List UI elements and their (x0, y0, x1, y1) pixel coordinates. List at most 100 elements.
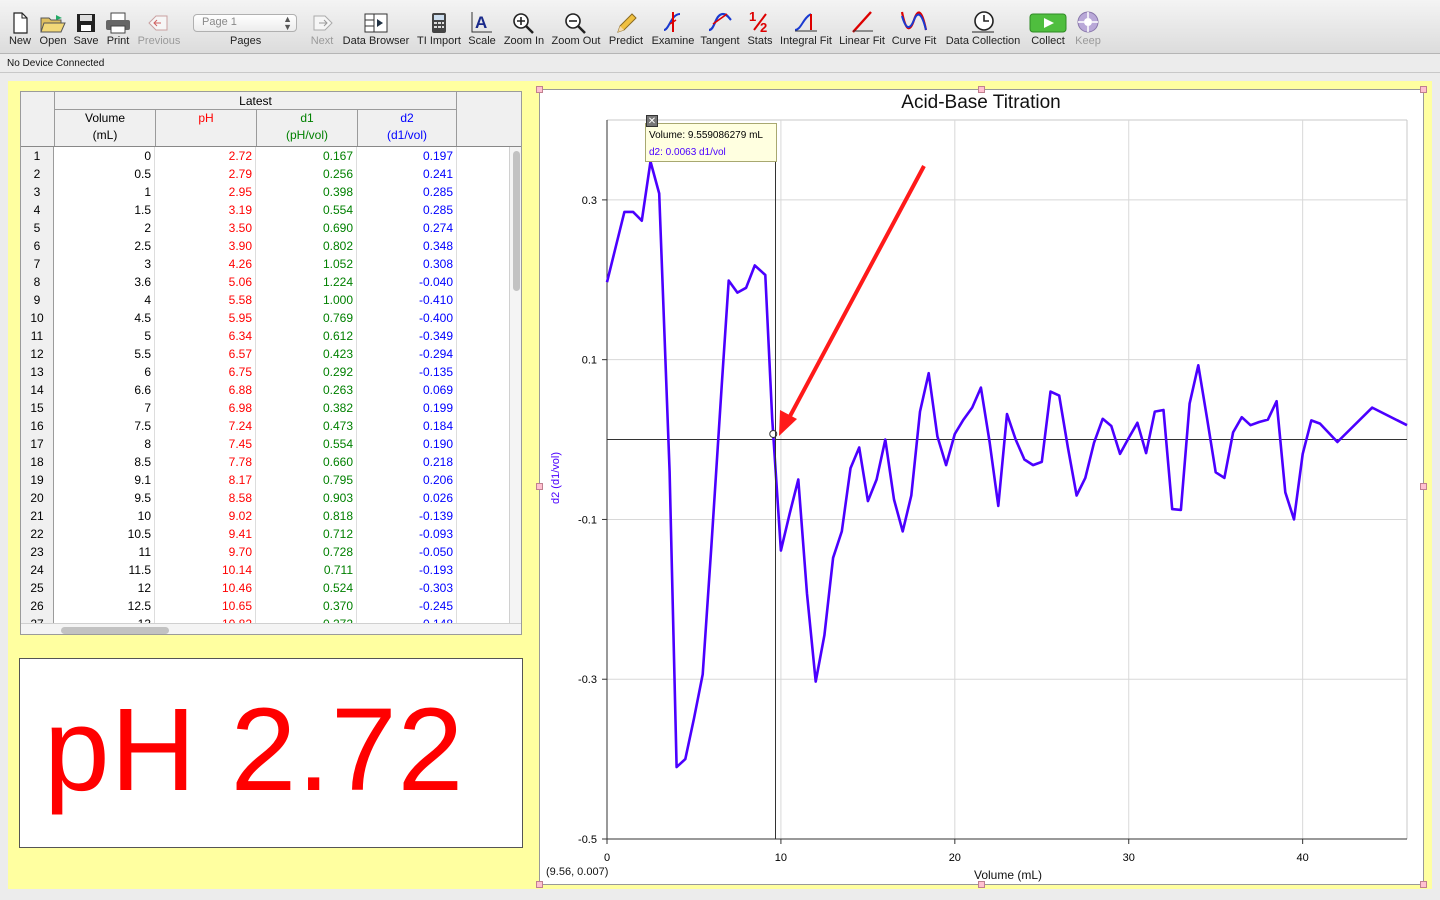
table-cell[interactable]: 0.712 (256, 525, 357, 543)
table-cell[interactable]: 3.19 (155, 201, 256, 219)
dataset-name[interactable]: Latest (54, 92, 457, 110)
table-cell[interactable]: 5.5 (54, 345, 155, 363)
table-cell[interactable]: 0.795 (256, 471, 357, 489)
table-cell[interactable]: 0.197 (357, 147, 457, 165)
table-cell[interactable]: 5 (54, 327, 155, 345)
table-cell[interactable]: 3.6 (54, 273, 155, 291)
table-cell[interactable]: 0.026 (357, 489, 457, 507)
table-cell[interactable]: 0.769 (256, 309, 357, 327)
table-cell[interactable]: 2 (54, 219, 155, 237)
table-cell[interactable]: 7.5 (54, 417, 155, 435)
table-cell[interactable]: 0.199 (357, 399, 457, 417)
close-icon[interactable]: ✕ (646, 115, 658, 127)
table-cell[interactable]: 0.167 (256, 147, 357, 165)
table-cell[interactable]: 10.5 (54, 525, 155, 543)
row-number[interactable]: 6 (21, 237, 54, 255)
table-cell[interactable]: 0.903 (256, 489, 357, 507)
table-cell[interactable]: 0.285 (357, 201, 457, 219)
table-cell[interactable]: 0.802 (256, 237, 357, 255)
table-cell[interactable]: 4 (54, 291, 155, 309)
table-row[interactable]: 14 6.6 6.88 0.263 0.069 (21, 381, 511, 399)
table-cell[interactable]: 6 (54, 363, 155, 381)
row-number[interactable]: 8 (21, 273, 54, 291)
row-number[interactable]: 7 (21, 255, 54, 273)
table-cell[interactable]: 0.292 (256, 363, 357, 381)
table-cell[interactable]: 0.660 (256, 453, 357, 471)
table-cell[interactable]: -0.245 (357, 597, 457, 615)
table-row[interactable]: 6 2.5 3.90 0.802 0.348 (21, 237, 511, 255)
table-cell[interactable]: 0.069 (357, 381, 457, 399)
table-cell[interactable]: 0.263 (256, 381, 357, 399)
row-number[interactable]: 21 (21, 507, 54, 525)
table-cell[interactable]: 4.26 (155, 255, 256, 273)
row-number[interactable]: 9 (21, 291, 54, 309)
collect-button[interactable]: Collect (1028, 8, 1068, 50)
resize-handle[interactable] (1420, 86, 1427, 93)
table-cell[interactable]: -0.410 (357, 291, 457, 309)
table-row[interactable]: 9 4 5.58 1.000 -0.410 (21, 291, 511, 309)
table-cell[interactable]: 0.241 (357, 165, 457, 183)
table-row[interactable]: 10 4.5 5.95 0.769 -0.400 (21, 309, 511, 327)
next-button[interactable]: Next (308, 8, 336, 50)
open-button[interactable]: Open (38, 8, 68, 50)
table-cell[interactable]: -0.093 (357, 525, 457, 543)
table-cell[interactable]: 2.95 (155, 183, 256, 201)
table-cell[interactable]: 7.24 (155, 417, 256, 435)
table-cell[interactable]: 0.218 (357, 453, 457, 471)
table-cell[interactable]: 0.423 (256, 345, 357, 363)
table-cell[interactable]: 8.58 (155, 489, 256, 507)
table-cell[interactable]: 0.190 (357, 435, 457, 453)
table-cell[interactable]: 6.6 (54, 381, 155, 399)
table-cell[interactable]: 10.65 (155, 597, 256, 615)
row-number[interactable]: 13 (21, 363, 54, 381)
table-cell[interactable]: 6.98 (155, 399, 256, 417)
table-cell[interactable]: 0.184 (357, 417, 457, 435)
column-header-ph[interactable]: pH (155, 110, 256, 146)
row-number[interactable]: 18 (21, 453, 54, 471)
table-cell[interactable]: 10.46 (155, 579, 256, 597)
ph-meter-display[interactable]: pH 2.72 (19, 658, 523, 848)
row-number[interactable]: 5 (21, 219, 54, 237)
integral-fit-button[interactable]: Integral Fit (779, 8, 833, 50)
table-row[interactable]: 24 11.5 10.14 0.711 -0.193 (21, 561, 511, 579)
table-cell[interactable]: 3 (54, 255, 155, 273)
data-collection-button[interactable]: Data Collection (943, 8, 1023, 50)
new-button[interactable]: New (8, 8, 32, 50)
table-cell[interactable]: -0.400 (357, 309, 457, 327)
table-cell[interactable]: -0.135 (357, 363, 457, 381)
table-cell[interactable]: 1.052 (256, 255, 357, 273)
table-cell[interactable]: 0.5 (54, 165, 155, 183)
table-cell[interactable]: 12 (54, 579, 155, 597)
table-row[interactable]: 3 1 2.95 0.398 0.285 (21, 183, 511, 201)
zoom-in-button[interactable]: Zoom In (502, 8, 546, 50)
table-cell[interactable]: 0.554 (256, 435, 357, 453)
table-cell[interactable]: 9.41 (155, 525, 256, 543)
table-cell[interactable]: 12.5 (54, 597, 155, 615)
table-row[interactable]: 23 11 9.70 0.728 -0.050 (21, 543, 511, 561)
table-cell[interactable]: 2.72 (155, 147, 256, 165)
data-table[interactable]: Latest Volume (mL) pH d1 (pH/vol) d2 (d1… (20, 91, 522, 635)
row-number[interactable]: 25 (21, 579, 54, 597)
column-header-volume[interactable]: Volume (mL) (54, 110, 155, 146)
resize-handle[interactable] (978, 86, 985, 93)
resize-handle[interactable] (1420, 483, 1427, 490)
table-cell[interactable]: 6.34 (155, 327, 256, 345)
row-number[interactable]: 4 (21, 201, 54, 219)
table-cell[interactable]: 0.274 (357, 219, 457, 237)
table-cell[interactable]: -0.303 (357, 579, 457, 597)
scale-button[interactable]: A Scale (467, 8, 497, 50)
table-cell[interactable]: 0.524 (256, 579, 357, 597)
table-row[interactable]: 19 9.1 8.17 0.795 0.206 (21, 471, 511, 489)
save-button[interactable]: Save (72, 8, 100, 50)
table-cell[interactable]: 5.58 (155, 291, 256, 309)
row-number[interactable]: 14 (21, 381, 54, 399)
table-cell[interactable]: 6.88 (155, 381, 256, 399)
column-header-d2[interactable]: d2 (d1/vol) (357, 110, 457, 146)
stats-button[interactable]: 12 Stats (745, 8, 775, 50)
table-cell[interactable]: 7.78 (155, 453, 256, 471)
table-row[interactable]: 21 10 9.02 0.818 -0.139 (21, 507, 511, 525)
table-row[interactable]: 25 12 10.46 0.524 -0.303 (21, 579, 511, 597)
table-row[interactable]: 18 8.5 7.78 0.660 0.218 (21, 453, 511, 471)
table-cell[interactable]: -0.040 (357, 273, 457, 291)
page-select[interactable]: Page 1 ▲ ▼ (193, 14, 297, 32)
